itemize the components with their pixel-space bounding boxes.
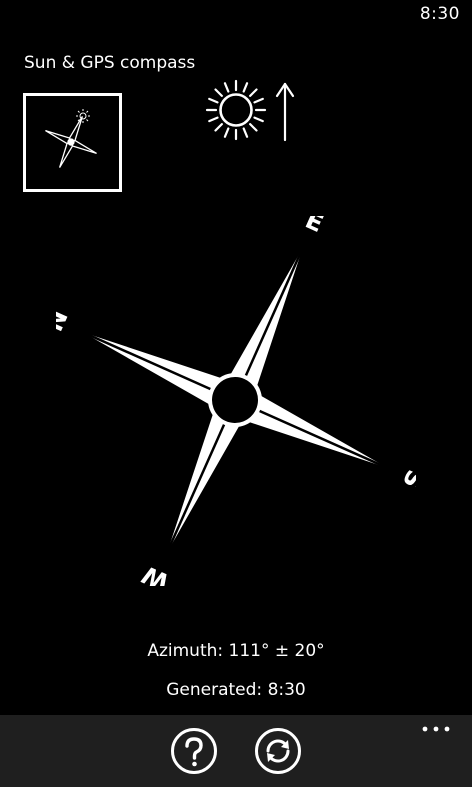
sun-ray <box>214 123 223 132</box>
compass-needle-group: N E S W <box>56 216 416 586</box>
sun-ray <box>242 127 249 138</box>
generated-time: 8:30 <box>267 680 306 700</box>
app-title: Sun & GPS compass <box>24 53 196 73</box>
status-bar: 8:30 <box>0 0 472 32</box>
azimuth-value: 111° <box>228 641 270 661</box>
azimuth-label: Azimuth: <box>147 641 224 661</box>
west-label: W <box>138 560 174 586</box>
sun-ray <box>223 127 230 138</box>
refresh-button[interactable] <box>254 727 302 775</box>
east-label: E <box>301 216 327 238</box>
mini-compass-thumbnail[interactable] <box>23 93 122 192</box>
sun-icon <box>205 79 267 141</box>
south-label: S <box>397 466 416 493</box>
sun-ray <box>223 82 230 93</box>
sun-ray <box>208 97 219 104</box>
mini-compass-icon <box>45 109 97 168</box>
sun-ray <box>208 116 219 123</box>
more-ellipsis-icon <box>422 726 450 732</box>
sun-ray <box>253 116 264 123</box>
direction-arrow-icon <box>275 82 295 142</box>
help-button[interactable] <box>170 727 218 775</box>
compass-rose: N E S W <box>56 216 416 586</box>
help-icon <box>171 728 217 774</box>
sun-ray <box>253 97 264 104</box>
sun-ray <box>249 88 258 97</box>
azimuth-readout: Azimuth: 111° ± 20° <box>0 641 472 661</box>
refresh-icon <box>255 728 301 774</box>
north-label: N <box>56 306 74 336</box>
application-bar <box>0 715 472 787</box>
sun-ray <box>249 123 258 132</box>
sun-ray <box>242 82 249 93</box>
status-time: 8:30 <box>419 4 460 24</box>
generated-label: Generated: <box>166 680 263 700</box>
generated-readout: Generated: 8:30 <box>0 680 472 700</box>
sun-ray <box>214 88 223 97</box>
azimuth-accuracy: ± 20° <box>274 641 325 661</box>
more-ellipsis-button[interactable] <box>420 721 452 737</box>
